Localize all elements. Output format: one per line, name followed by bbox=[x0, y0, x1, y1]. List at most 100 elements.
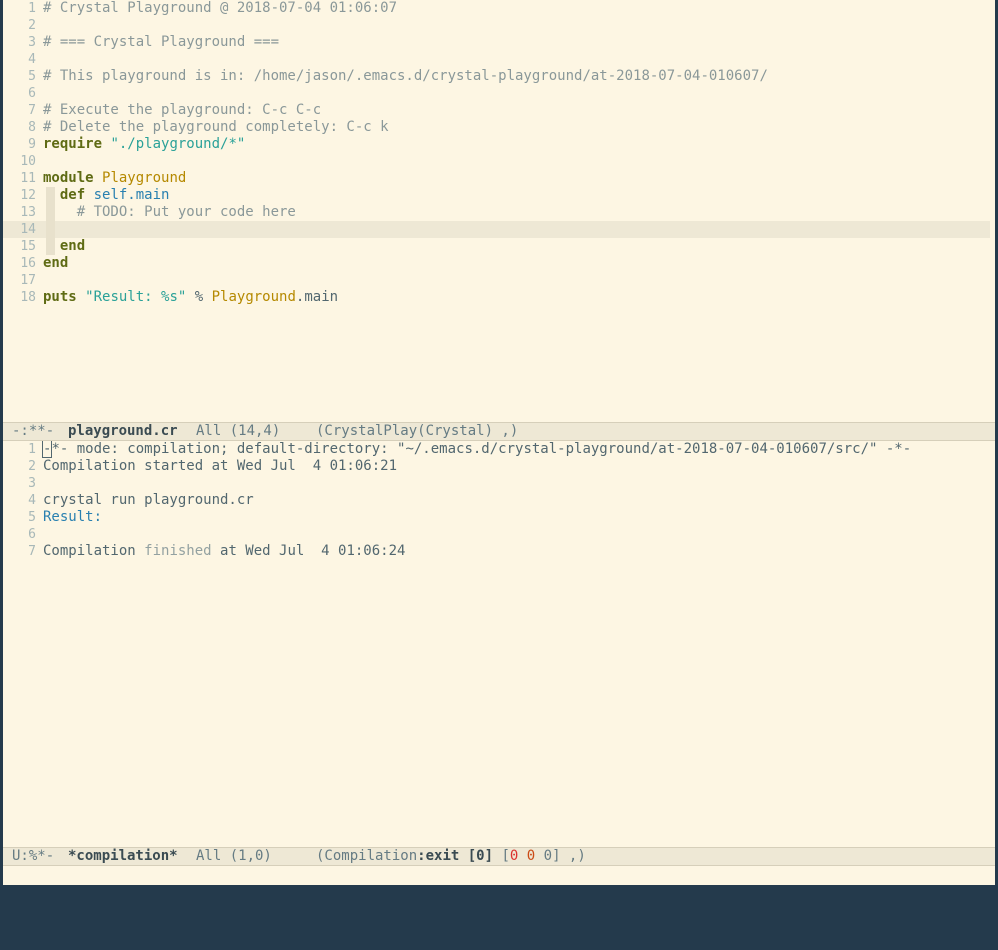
code-token: # TODO: Put your code here bbox=[43, 204, 296, 220]
editor-line[interactable]: 15 end bbox=[3, 238, 995, 255]
code-token: module bbox=[43, 170, 94, 186]
line-number: 4 bbox=[28, 493, 36, 508]
editor-line[interactable]: 1 # Crystal Playground @ 2018-07-04 01:06… bbox=[3, 0, 995, 17]
warning-count[interactable]: 0 bbox=[527, 848, 535, 864]
line-number: 12 bbox=[20, 188, 36, 203]
line-text: # Delete the playground completely: C-c … bbox=[43, 119, 389, 136]
compilation-window[interactable]: 1 -*- mode: compilation; default-director… bbox=[3, 441, 995, 847]
compilation-line[interactable]: 1 -*- mode: compilation; default-director… bbox=[3, 441, 995, 458]
line-number: 3 bbox=[28, 35, 36, 50]
editor-line[interactable]: 4 bbox=[3, 51, 995, 68]
compilation-line[interactable]: 3 bbox=[3, 475, 995, 492]
code-token: Compilation started at Wed Jul 4 01:06:2… bbox=[43, 458, 398, 474]
editor-line[interactable]: 7 # Execute the playground: C-c C-c bbox=[3, 102, 995, 119]
editor-window[interactable]: 1 # Crystal Playground @ 2018-07-04 01:06… bbox=[3, 0, 995, 422]
line-text: crystal run playground.cr bbox=[43, 492, 254, 509]
line-number: 6 bbox=[28, 86, 36, 101]
editor-line[interactable]: 13 # TODO: Put your code here bbox=[3, 204, 995, 221]
editor-line[interactable]: 6 bbox=[3, 85, 995, 102]
line-number: 8 bbox=[28, 120, 36, 135]
modeline-major-mode[interactable]: (Compilation:exit [0] [0 0 0] ,) bbox=[316, 848, 586, 865]
line-number: 1 bbox=[28, 1, 36, 16]
code-token: end bbox=[43, 255, 69, 271]
line-number: 15 bbox=[20, 239, 36, 254]
code-token: at Wed Jul 4 01:06:24 bbox=[211, 543, 406, 559]
minibuffer[interactable] bbox=[3, 866, 995, 885]
code-token: Compilation bbox=[43, 543, 145, 559]
code-token: .main bbox=[295, 289, 339, 305]
code-token: *- mode: compilation; default-directory:… bbox=[51, 441, 912, 457]
info-count[interactable]: 0 bbox=[544, 848, 552, 864]
mode-prefix: (Compilation bbox=[316, 848, 418, 864]
line-text: puts "Result: %s" % Playground.main bbox=[43, 289, 338, 306]
line-text: # Execute the playground: C-c C-c bbox=[43, 102, 321, 119]
code-token: # Crystal Playground @ 2018-07-04 01:06:… bbox=[43, 0, 398, 16]
editor-line[interactable]: 12 def self.main bbox=[3, 187, 995, 204]
line-text: Result: bbox=[43, 509, 102, 526]
modeline-position: All (1,0) bbox=[196, 848, 272, 864]
line-number: 4 bbox=[28, 52, 36, 67]
code-token: # Delete the playground completely: C-c … bbox=[43, 119, 389, 135]
code-token: # This playground is in: /home/jason/.em… bbox=[43, 68, 768, 84]
line-number: 7 bbox=[28, 103, 36, 118]
editor-line[interactable]: 10 bbox=[3, 153, 995, 170]
line-number: 5 bbox=[28, 69, 36, 84]
editor-line[interactable]: 11 module Playground bbox=[3, 170, 995, 187]
line-text: module Playground bbox=[43, 170, 186, 187]
compilation-line[interactable]: 5 Result: bbox=[3, 509, 995, 526]
bracket-open: [ bbox=[493, 848, 510, 864]
line-number: 13 bbox=[20, 205, 36, 220]
compilation-line[interactable]: 4 crystal run playground.cr bbox=[3, 492, 995, 509]
code-token: # Execute the playground: C-c C-c bbox=[43, 102, 322, 118]
line-number: 5 bbox=[28, 510, 36, 525]
code-token: "./playground/*" bbox=[110, 136, 246, 152]
editor-line[interactable]: 18 puts "Result: %s" % Playground.main bbox=[3, 289, 995, 306]
line-number: 10 bbox=[20, 154, 36, 169]
line-text: def self.main bbox=[43, 187, 170, 204]
compilation-line[interactable]: 6 bbox=[3, 526, 995, 543]
line-text: -*- mode: compilation; default-directory… bbox=[41, 441, 912, 458]
line-number: 2 bbox=[28, 459, 36, 474]
code-token: Playground bbox=[211, 289, 296, 305]
modeline-buffer-name[interactable]: *compilation* bbox=[68, 848, 178, 865]
line-number: 16 bbox=[20, 256, 36, 271]
compilation-line[interactable]: 7 Compilation finished at Wed Jul 4 01:06… bbox=[3, 543, 995, 560]
code-token: end bbox=[59, 238, 86, 254]
compilation-line[interactable]: 2 Compilation started at Wed Jul 4 01:06:… bbox=[3, 458, 995, 475]
line-text: # TODO: Put your code here bbox=[43, 204, 296, 221]
indent-guide bbox=[46, 221, 55, 238]
line-number: 7 bbox=[28, 544, 36, 559]
editor-line[interactable]: 8 # Delete the playground completely: C-c… bbox=[3, 119, 995, 136]
code-token: % bbox=[186, 289, 212, 305]
code-token: self.main bbox=[93, 187, 170, 203]
editor-modeline: -:**- playground.cr All (14,4) (CrystalP… bbox=[3, 422, 995, 441]
modeline-buffer-name[interactable]: playground.cr bbox=[68, 423, 178, 440]
line-text: Compilation finished at Wed Jul 4 01:06:… bbox=[43, 543, 405, 560]
code-token: puts bbox=[43, 289, 77, 305]
editor-line[interactable]: 2 bbox=[3, 17, 995, 34]
editor-line[interactable]: 5 # This playground is in: /home/jason/.e… bbox=[3, 68, 995, 85]
line-text: # This playground is in: /home/jason/.em… bbox=[43, 68, 768, 85]
editor-line[interactable]: 16 end bbox=[3, 255, 995, 272]
line-number: 17 bbox=[20, 273, 36, 288]
editor-line[interactable]: 3 # === Crystal Playground === bbox=[3, 34, 995, 51]
line-number: 9 bbox=[28, 137, 36, 152]
line-number: 1 bbox=[28, 442, 36, 457]
line-text: end bbox=[43, 238, 85, 255]
editor-line[interactable]: 9 require "./playground/*" bbox=[3, 136, 995, 153]
line-text: # Crystal Playground @ 2018-07-04 01:06:… bbox=[43, 0, 397, 17]
editor-line[interactable]: 14 bbox=[3, 221, 990, 238]
code-token: Playground bbox=[102, 170, 187, 186]
emacs-frame: 1 # Crystal Playground @ 2018-07-04 01:06… bbox=[3, 0, 995, 885]
modeline-state: U:%*- bbox=[12, 848, 55, 864]
code-token: Result: bbox=[43, 509, 103, 525]
modeline-major-mode[interactable]: (CrystalPlay(Crystal) ,) bbox=[316, 423, 518, 440]
code-token: crystal run playground.cr bbox=[43, 492, 254, 508]
line-number: 6 bbox=[28, 527, 36, 542]
editor-line[interactable]: 17 bbox=[3, 272, 995, 289]
line-text: require "./playground/*" bbox=[43, 136, 245, 153]
exit-status: :exit [0] bbox=[417, 848, 494, 864]
